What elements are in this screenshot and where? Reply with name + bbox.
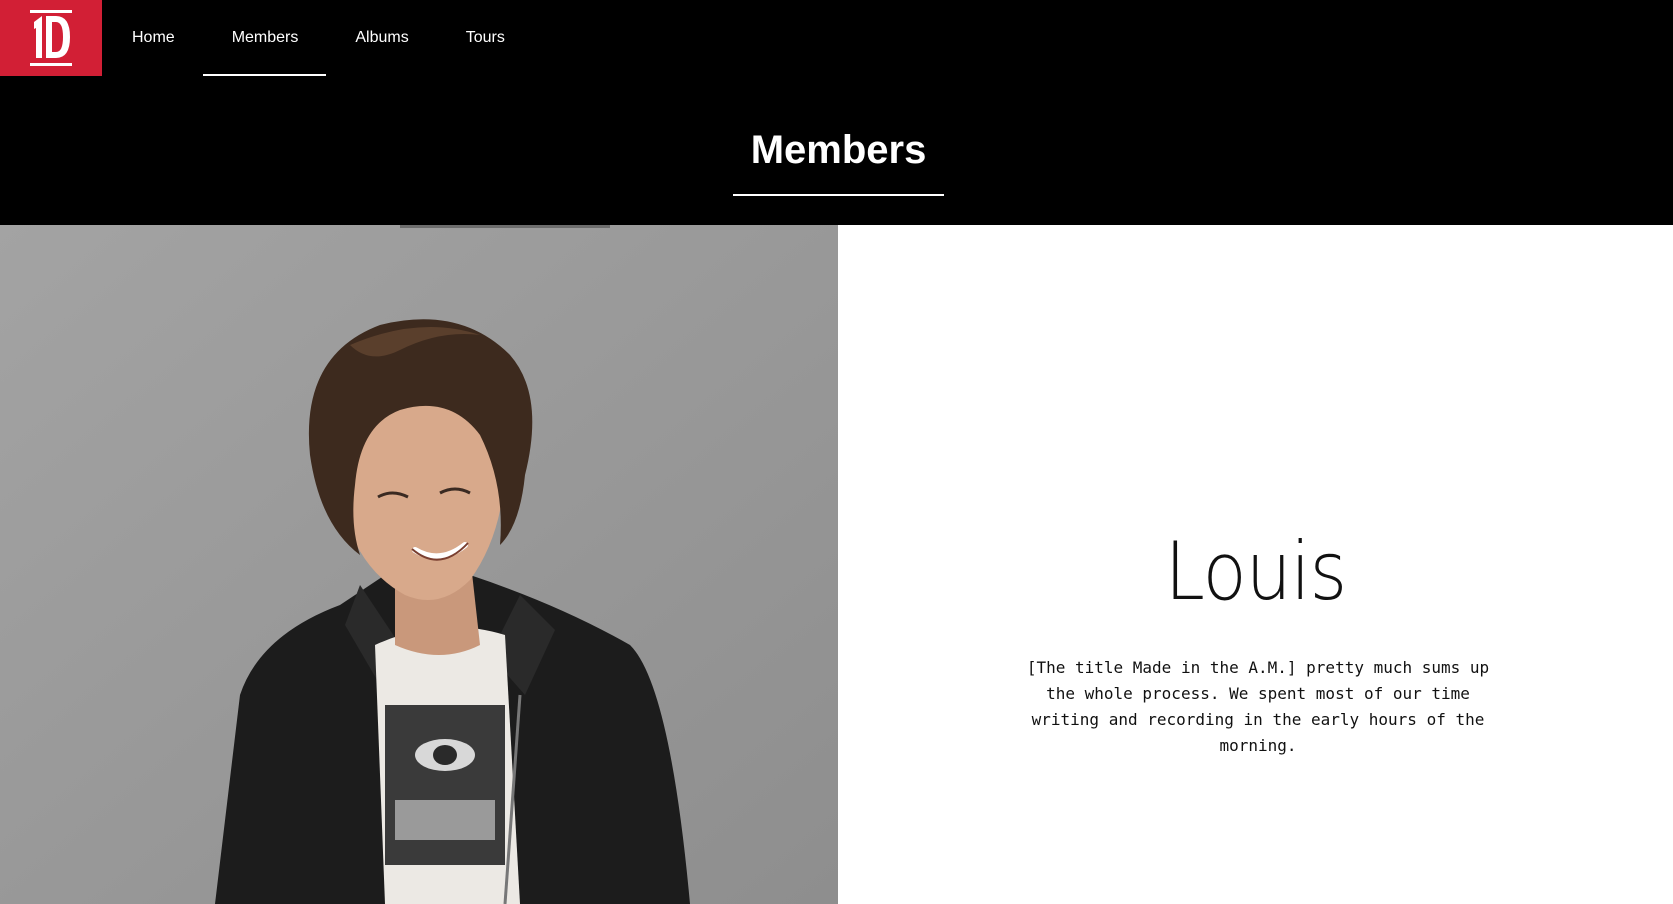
member-name: Louis: [1164, 525, 1347, 618]
nav-item-home[interactable]: Home: [102, 0, 203, 76]
logo-1d[interactable]: [0, 0, 102, 76]
nav-label: Members: [231, 29, 299, 46]
nav-label: Albums: [355, 29, 409, 46]
main-nav: Home Members Albums Tours: [102, 0, 533, 76]
page-title: Members: [733, 118, 944, 196]
nav-label: Home: [132, 29, 175, 46]
nav-item-albums[interactable]: Albums: [326, 0, 436, 76]
member-photo: [0, 225, 838, 904]
nav-item-tours[interactable]: Tours: [437, 0, 533, 76]
top-header: Home Members Albums Tours Members: [0, 0, 1673, 225]
nav-item-members[interactable]: Members: [202, 0, 327, 76]
member-quote: [The title Made in the A.M.] pretty much…: [1026, 658, 1490, 755]
nav-label: Tours: [465, 29, 505, 46]
member-info-panel: Louis [The title Made in the A.M.] prett…: [838, 225, 1673, 904]
member-portrait-image: [0, 225, 838, 904]
logo-mark-icon: [30, 10, 72, 66]
